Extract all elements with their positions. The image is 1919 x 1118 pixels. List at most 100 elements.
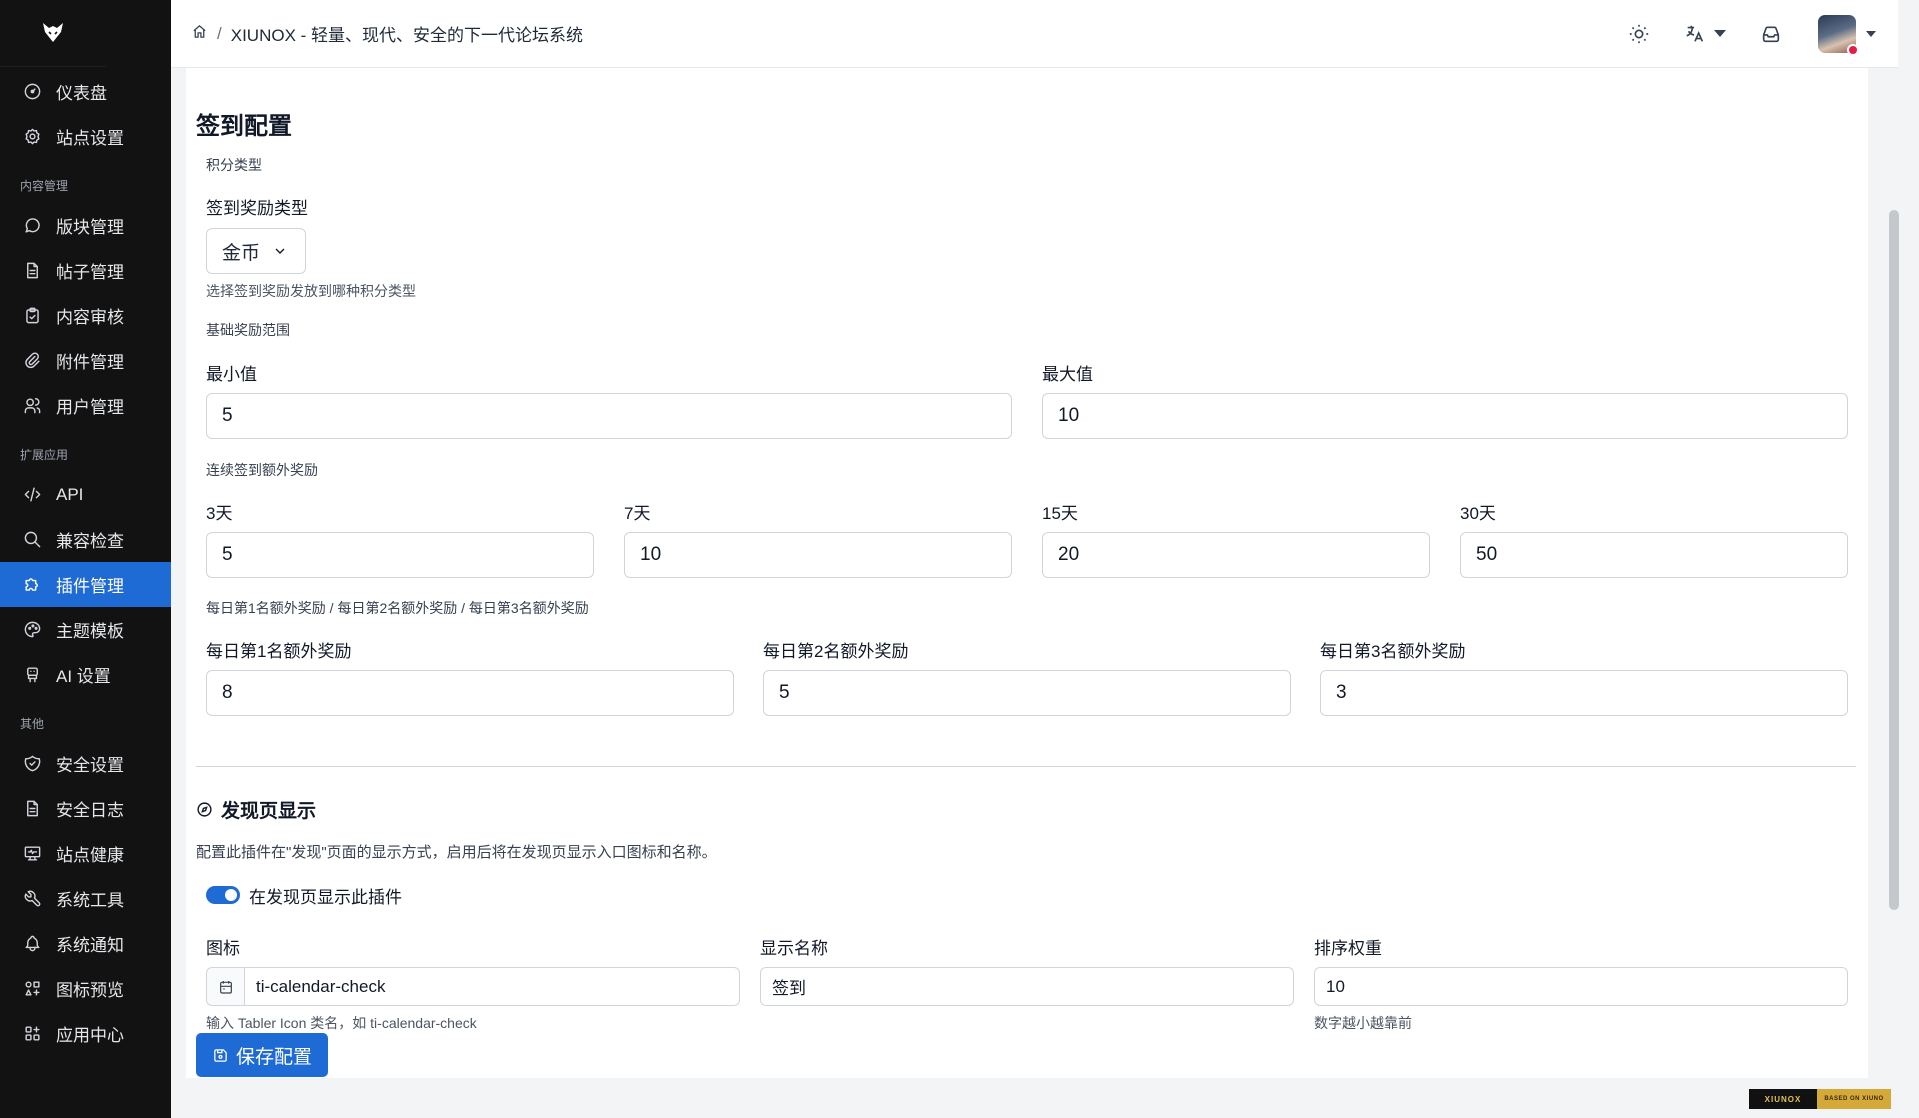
sidebar-item-label: 站点设置 — [56, 129, 124, 148]
chevron-down-icon — [1714, 30, 1726, 37]
sidebar-item-label: 应用中心 — [56, 1026, 124, 1045]
sidebar-item-review[interactable]: 内容审核 — [0, 293, 171, 338]
sidebar-item-compat[interactable]: 兼容检查 — [0, 517, 171, 562]
sidebar-item-label: 系统通知 — [56, 936, 124, 955]
shield-icon — [22, 754, 42, 774]
search-icon — [22, 530, 42, 550]
sort-weight-input[interactable]: 10 — [1314, 967, 1848, 1006]
discover-title-text: 发现页显示 — [221, 801, 317, 822]
inbox-icon — [1762, 25, 1780, 42]
toggle-knob — [225, 889, 237, 901]
reward-type-label: 签到奖励类型 — [206, 199, 308, 218]
monitor-heart-icon — [22, 844, 42, 864]
device-floppy-icon — [214, 1048, 227, 1062]
palette-icon — [22, 620, 42, 640]
max-input[interactable]: 10 — [1042, 393, 1848, 439]
tool-icon — [22, 889, 42, 909]
message-circle-icon — [22, 216, 42, 236]
sidebar-item-label: 帖子管理 — [56, 263, 124, 282]
discover-toggle-label[interactable]: 在发现页显示此插件 — [249, 883, 402, 908]
sidebar-item-boards[interactable]: 版块管理 — [0, 203, 171, 248]
sidebar-item-label: API — [56, 484, 84, 504]
streak-7-input[interactable]: 10 — [624, 532, 1012, 578]
sidebar-item-label: 版块管理 — [56, 218, 124, 237]
sidebar-item-label: 插件管理 — [56, 577, 124, 596]
top-header: / XIUNOX - 轻量、现代、安全的下一代论坛系统 — [171, 0, 1898, 68]
wolf-logo-icon — [43, 23, 63, 42]
display-name-input[interactable]: 签到 — [760, 967, 1294, 1006]
dashboard-icon — [22, 82, 42, 102]
sidebar-item-themes[interactable]: 主题模板 — [0, 607, 171, 652]
min-input[interactable]: 5 — [206, 393, 1012, 439]
sort-weight-help: 数字越小越靠前 — [1314, 1015, 1412, 1031]
discover-toggle[interactable] — [206, 886, 240, 904]
max-label: 最大值 — [1042, 365, 1093, 384]
streak-15-input[interactable]: 20 — [1042, 532, 1430, 578]
save-config-button[interactable]: 保存配置 — [196, 1033, 328, 1077]
sidebar-item-label: 主题模板 — [56, 622, 124, 641]
section-divider — [196, 766, 1856, 767]
powered-by-badge[interactable]: XIUNOX BASED ON XIUNO — [1749, 1089, 1891, 1109]
reward-type-value: 金币 — [222, 242, 261, 264]
sidebar-item-site-settings[interactable]: 站点设置 — [0, 114, 171, 159]
icon-input[interactable]: ti-calendar-check — [244, 967, 740, 1006]
language-icon — [1686, 25, 1704, 42]
rank-1-label: 每日第1名额外奖励 — [206, 642, 352, 661]
streak-3-input[interactable]: 5 — [206, 532, 594, 578]
scrollbar-thumb[interactable] — [1889, 210, 1899, 910]
icons-icon — [22, 979, 42, 999]
sidebar-item-label: 安全日志 — [56, 801, 124, 820]
logo[interactable] — [0, 0, 106, 67]
sidebar-item-dashboard[interactable]: 仪表盘 — [0, 69, 171, 114]
code-icon — [22, 485, 42, 505]
page-scrollbar[interactable] — [1888, 68, 1900, 1118]
min-label: 最小值 — [206, 365, 257, 384]
sidebar-item-tools[interactable]: 系统工具 — [0, 876, 171, 921]
streak-30-input[interactable]: 50 — [1460, 532, 1848, 578]
calendar-icon — [219, 980, 232, 994]
compass-icon — [197, 802, 212, 817]
home-icon[interactable] — [191, 23, 208, 45]
sidebar-item-label: 兼容检查 — [56, 532, 124, 551]
rank-1-input[interactable]: 8 — [206, 670, 734, 716]
discover-description: 配置此插件在"发现"页面的显示方式，启用后将在发现页显示入口图标和名称。 — [196, 844, 717, 861]
sidebar-item-posts[interactable]: 帖子管理 — [0, 248, 171, 293]
breadcrumb-title[interactable]: XIUNOX - 轻量、现代、安全的下一代论坛系统 — [231, 21, 583, 46]
rank-3-label: 每日第3名额外奖励 — [1320, 642, 1466, 661]
sidebar-item-icon-preview[interactable]: 图标预览 — [0, 966, 171, 1011]
inbox-button[interactable] — [1760, 23, 1782, 45]
sidebar-item-users[interactable]: 用户管理 — [0, 383, 171, 428]
sidebar-item-plugins[interactable]: 插件管理 — [0, 562, 171, 607]
language-dropdown[interactable] — [1684, 23, 1726, 45]
reward-type-help: 选择签到奖励发放到哪种积分类型 — [206, 283, 416, 299]
sidebar-item-security[interactable]: 安全设置 — [0, 741, 171, 786]
points-type-group-label: 积分类型 — [206, 157, 262, 173]
rank-2-input[interactable]: 5 — [763, 670, 1291, 716]
reward-type-select[interactable]: 金币 — [206, 228, 306, 274]
icon-field-help: 输入 Tabler Icon 类名，如 ti-calendar-check — [206, 1015, 477, 1031]
bell-icon — [22, 934, 42, 954]
sort-weight-label: 排序权重 — [1314, 939, 1382, 958]
sidebar-item-label: AI 设置 — [56, 667, 111, 686]
discover-section-title: 发现页显示 — [196, 796, 316, 823]
sidebar-item-ai[interactable]: AI 设置 — [0, 652, 171, 697]
chevron-down-icon — [275, 248, 285, 254]
robot-icon — [22, 665, 42, 685]
sidebar-item-app-center[interactable]: 应用中心 — [0, 1011, 171, 1056]
sidebar-section-ext: 扩展应用 — [20, 448, 69, 462]
sidebar-item-label: 站点健康 — [56, 846, 124, 865]
avatar — [1818, 14, 1859, 56]
sidebar-item-notifications[interactable]: 系统通知 — [0, 921, 171, 966]
theme-toggle-button[interactable] — [1628, 23, 1650, 45]
rank-2-label: 每日第2名额外奖励 — [763, 642, 909, 661]
chevron-down-icon — [1866, 30, 1876, 37]
rank-3-input[interactable]: 3 — [1320, 670, 1848, 716]
sidebar-item-api[interactable]: API — [0, 472, 171, 517]
user-menu[interactable] — [1818, 14, 1876, 56]
sidebar-item-label: 仪表盘 — [56, 84, 107, 103]
sidebar-item-security-log[interactable]: 安全日志 — [0, 786, 171, 831]
sidebar-item-attachments[interactable]: 附件管理 — [0, 338, 171, 383]
badge-right: BASED ON XIUNO — [1817, 1089, 1891, 1109]
streak-30-label: 30天 — [1460, 504, 1496, 523]
sidebar-item-health[interactable]: 站点健康 — [0, 831, 171, 876]
